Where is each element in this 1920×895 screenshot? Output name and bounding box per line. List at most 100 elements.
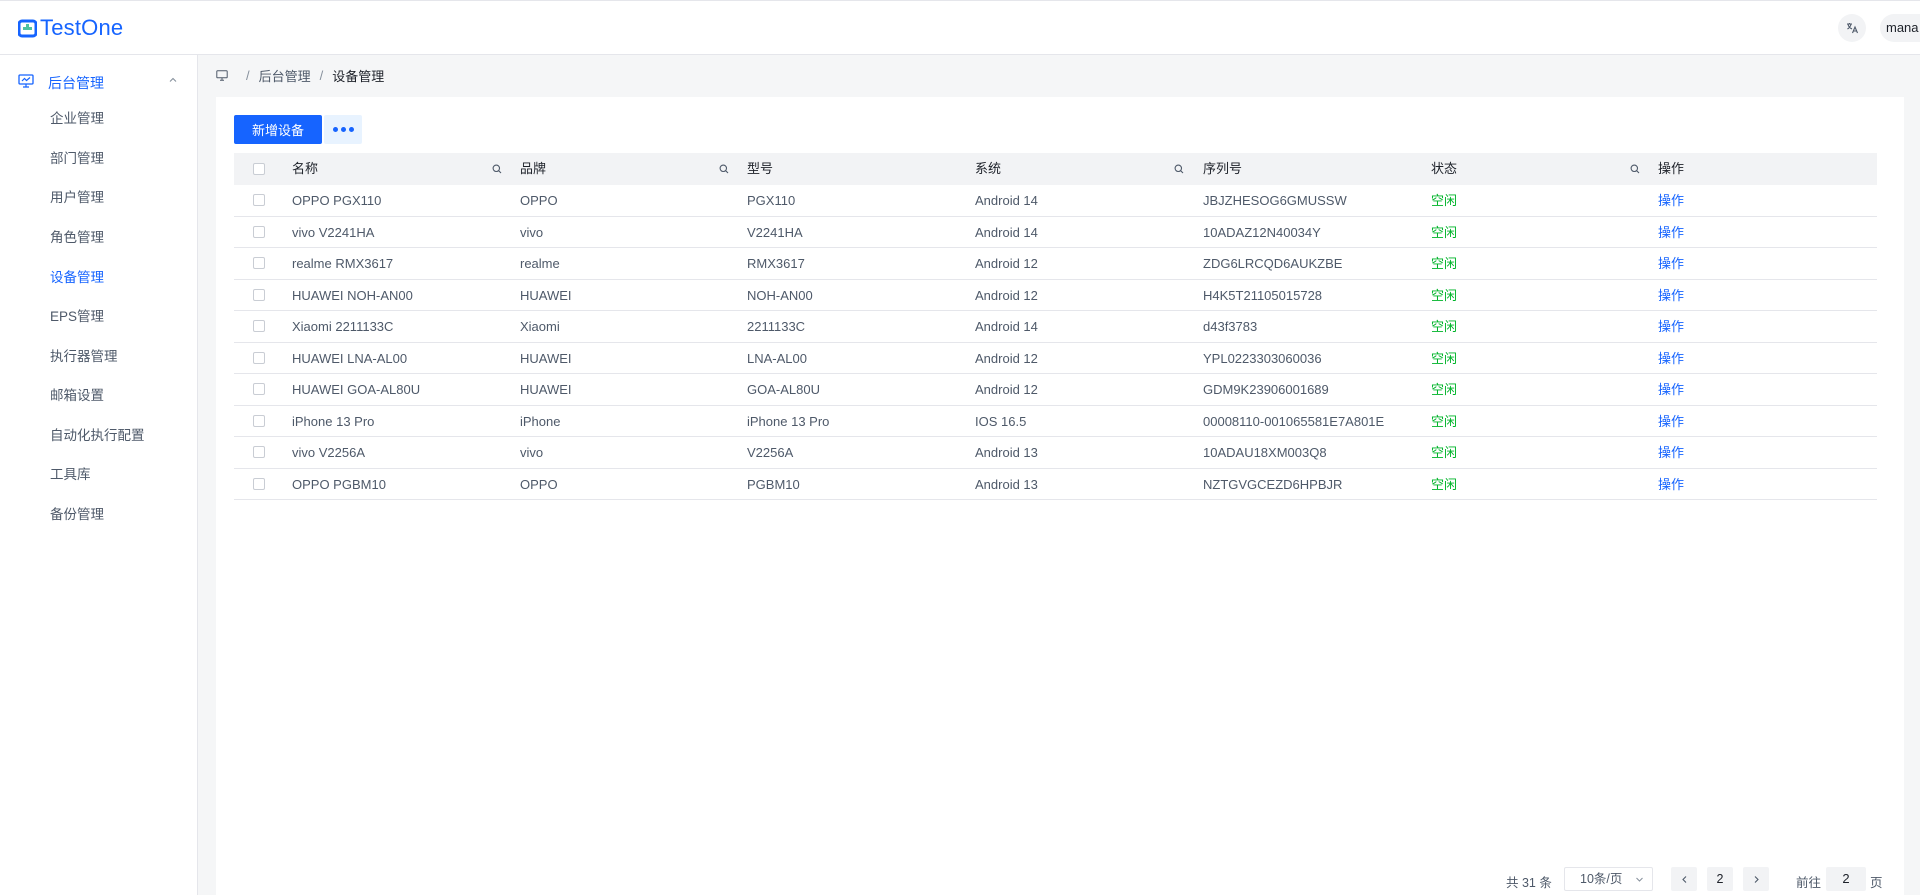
cell-serial: 00008110-001065581E7A801E xyxy=(1203,413,1385,429)
logo[interactable]: TestOne xyxy=(18,15,123,41)
sidebar-item-users[interactable]: 用户管理 xyxy=(50,186,104,206)
cell-status: 空闲 xyxy=(1431,256,1458,271)
more-actions-button[interactable] xyxy=(324,115,362,144)
cell-system: Android 14 xyxy=(975,319,1038,334)
cell-serial: 10ADAZ12N40034Y xyxy=(1203,224,1321,240)
cell-system: Android 12 xyxy=(975,382,1038,397)
next-page-button[interactable] xyxy=(1743,867,1769,891)
table-row: OPPO PGBM10 OPPO PGBM10 Android 13 NZTGV… xyxy=(234,469,1877,500)
select-all-checkbox[interactable] xyxy=(253,163,265,175)
row-checkbox[interactable] xyxy=(253,414,265,427)
translate-icon xyxy=(1847,23,1858,34)
table-header: 名称 品牌 型号 系统 序列号 状态 操作 xyxy=(234,153,1877,185)
cell-brand: HUAWEI xyxy=(520,287,572,303)
chevron-right-icon xyxy=(1754,875,1759,883)
search-icon[interactable] xyxy=(719,164,729,174)
column-header-action: 操作 xyxy=(1658,161,1685,176)
breadcrumb-separator: / xyxy=(246,68,250,83)
row-checkbox[interactable] xyxy=(253,320,265,332)
cell-name: iPhone 13 Pro xyxy=(292,413,375,429)
row-action-link[interactable]: 操作 xyxy=(1658,280,1684,311)
cell-model: LNA-AL00 xyxy=(747,350,807,366)
table-row: HUAWEI GOA-AL80U HUAWEI GOA-AL80U Androi… xyxy=(234,374,1877,406)
cell-serial: H4K5T21105015728 xyxy=(1203,287,1323,303)
row-action-link[interactable]: 操作 xyxy=(1658,437,1684,468)
cell-brand: HUAWEI xyxy=(520,350,572,366)
sidebar-item-executors[interactable]: 执行器管理 xyxy=(50,345,118,365)
table-row: OPPO PGX110 OPPO PGX110 Android 14 JBJZH… xyxy=(234,185,1877,217)
row-checkbox[interactable] xyxy=(253,257,265,269)
sidebar-item-enterprise[interactable]: 企业管理 xyxy=(50,107,104,127)
cell-brand: realme xyxy=(520,256,560,271)
row-checkbox[interactable] xyxy=(253,477,265,490)
cell-model: V2256A xyxy=(747,445,794,460)
cell-status: 空闲 xyxy=(1431,287,1458,303)
cell-name: Xiaomi 2211133C xyxy=(292,319,394,334)
cell-status: 空闲 xyxy=(1431,413,1458,429)
column-header-status: 状态 xyxy=(1431,161,1458,176)
row-checkbox[interactable] xyxy=(253,225,265,238)
cell-status: 空闲 xyxy=(1431,476,1458,492)
cell-system: Android 13 xyxy=(975,445,1038,460)
row-checkbox[interactable] xyxy=(253,446,265,458)
cell-model: iPhone 13 Pro xyxy=(747,413,830,429)
row-action-link[interactable]: 操作 xyxy=(1658,406,1684,437)
sidebar-item-devices[interactable]: 设备管理 xyxy=(50,266,104,286)
sidebar-group-label: 后台管理 xyxy=(48,75,104,91)
search-icon[interactable] xyxy=(492,164,502,174)
device-table: 名称 品牌 型号 系统 序列号 状态 操作 OPPO PGX110 OPPO P… xyxy=(234,153,1877,500)
row-action-link[interactable]: 操作 xyxy=(1658,374,1684,405)
cell-serial: d43f3783 xyxy=(1203,319,1258,334)
more-dots-icon xyxy=(340,127,346,132)
row-action-link[interactable]: 操作 xyxy=(1658,311,1684,342)
cell-status: 空闲 xyxy=(1431,319,1458,334)
breadcrumb-home-icon[interactable] xyxy=(216,70,228,81)
page-size-value: 10条/页 xyxy=(1580,872,1623,886)
goto-unit-label: 页 xyxy=(1870,876,1883,890)
search-icon[interactable] xyxy=(1630,164,1640,174)
cell-model: NOH-AN00 xyxy=(747,287,813,303)
goto-page-input[interactable]: 2 xyxy=(1826,867,1866,891)
row-checkbox[interactable] xyxy=(253,383,265,395)
sidebar-item-mail-settings[interactable]: 邮箱设置 xyxy=(50,384,104,404)
search-icon[interactable] xyxy=(1174,164,1184,174)
row-action-link[interactable]: 操作 xyxy=(1658,469,1684,500)
sidebar-item-eps[interactable]: EPS管理 xyxy=(50,305,104,325)
sidebar-item-toolbox[interactable]: 工具库 xyxy=(50,463,91,483)
add-device-button[interactable]: 新增设备 xyxy=(234,115,322,144)
sidebar-item-automation-config[interactable]: 自动化执行配置 xyxy=(50,424,145,444)
row-action-link[interactable]: 操作 xyxy=(1658,185,1684,216)
breadcrumb: / 后台管理 / 设备管理 xyxy=(216,66,384,85)
cell-brand: vivo xyxy=(520,445,544,460)
table-row: HUAWEI NOH-AN00 HUAWEI NOH-AN00 Android … xyxy=(234,280,1877,311)
page-number-current[interactable]: 2 xyxy=(1707,867,1733,891)
cell-model: RMX3617 xyxy=(747,256,805,271)
sidebar-item-roles[interactable]: 角色管理 xyxy=(50,226,104,246)
row-checkbox[interactable] xyxy=(253,351,265,364)
prev-page-button[interactable] xyxy=(1671,867,1697,891)
chevron-left-icon xyxy=(1681,875,1686,883)
cell-brand: OPPO xyxy=(520,193,558,208)
page-size-select[interactable]: 10条/页 xyxy=(1564,867,1653,891)
chevron-up-icon xyxy=(169,77,177,82)
cell-status: 空闲 xyxy=(1431,224,1458,240)
cell-serial: JBJZHESOG6GMUSSW xyxy=(1203,193,1347,208)
sidebar-item-department[interactable]: 部门管理 xyxy=(50,147,104,167)
row-action-link[interactable]: 操作 xyxy=(1658,343,1684,374)
cell-brand: HUAWEI xyxy=(520,382,572,397)
row-checkbox[interactable] xyxy=(253,194,265,206)
sidebar-group-admin[interactable]: 后台管理 xyxy=(0,65,198,97)
row-checkbox[interactable] xyxy=(253,288,265,301)
row-action-link[interactable]: 操作 xyxy=(1658,217,1684,248)
cell-name: vivo V2256A xyxy=(292,445,365,460)
column-header-system: 系统 xyxy=(975,161,1002,176)
cell-name: vivo V2241HA xyxy=(292,224,375,240)
row-action-link[interactable]: 操作 xyxy=(1658,248,1684,279)
cell-brand: OPPO xyxy=(520,476,558,492)
breadcrumb-item-admin[interactable]: 后台管理 xyxy=(259,66,311,85)
user-avatar[interactable]: mana xyxy=(1880,14,1920,42)
table-row: Xiaomi 2211133C Xiaomi 2211133C Android … xyxy=(234,311,1877,343)
monitor-icon xyxy=(18,74,34,88)
sidebar-item-backup[interactable]: 备份管理 xyxy=(50,503,104,523)
translate-button[interactable] xyxy=(1838,14,1866,42)
